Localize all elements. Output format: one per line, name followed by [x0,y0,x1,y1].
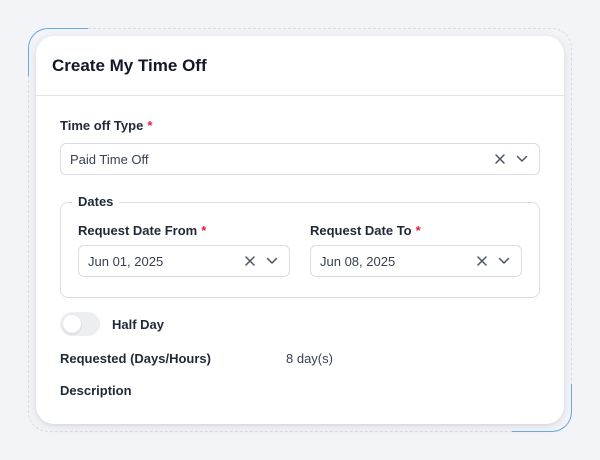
required-mark: * [147,118,153,133]
half-day-toggle[interactable] [60,312,100,336]
required-mark: * [201,223,207,238]
page-stage: Create My Time Off Time off Type * Paid T… [0,0,600,460]
chevron-down-icon[interactable] [264,253,280,269]
close-icon[interactable] [492,151,508,167]
page-title: Create My Time Off [52,55,207,75]
time-off-form-card: Create My Time Off Time off Type * Paid T… [36,36,564,424]
time-off-type-select[interactable]: Paid Time Off [60,143,540,175]
request-date-from-input[interactable]: Jun 01, 2025 [78,245,290,277]
request-date-to-label-text: Request Date To [310,223,412,238]
description-label: Description [60,383,132,398]
close-icon[interactable] [242,253,258,269]
requested-value: 8 day(s) [286,351,333,366]
chevron-down-icon[interactable] [496,253,512,269]
dates-legend: Dates [72,194,120,210]
request-date-to-label: Request Date To * [310,223,421,238]
request-date-to-input[interactable]: Jun 08, 2025 [310,245,522,277]
request-date-from-value: Jun 01, 2025 [88,253,164,269]
time-off-type-value: Paid Time Off [70,151,149,167]
time-off-type-label: Time off Type * [60,118,152,133]
card-header: Create My Time Off [36,36,564,96]
request-date-to-value: Jun 08, 2025 [320,253,396,269]
request-date-from-label: Request Date From * [78,223,206,238]
close-icon[interactable] [474,253,490,269]
request-date-from-label-text: Request Date From [78,223,198,238]
required-mark: * [415,223,421,238]
time-off-type-label-text: Time off Type [60,118,144,133]
toggle-knob [63,315,81,333]
requested-label: Requested (Days/Hours) [60,351,211,366]
chevron-down-icon[interactable] [514,151,530,167]
half-day-label: Half Day [112,317,165,332]
